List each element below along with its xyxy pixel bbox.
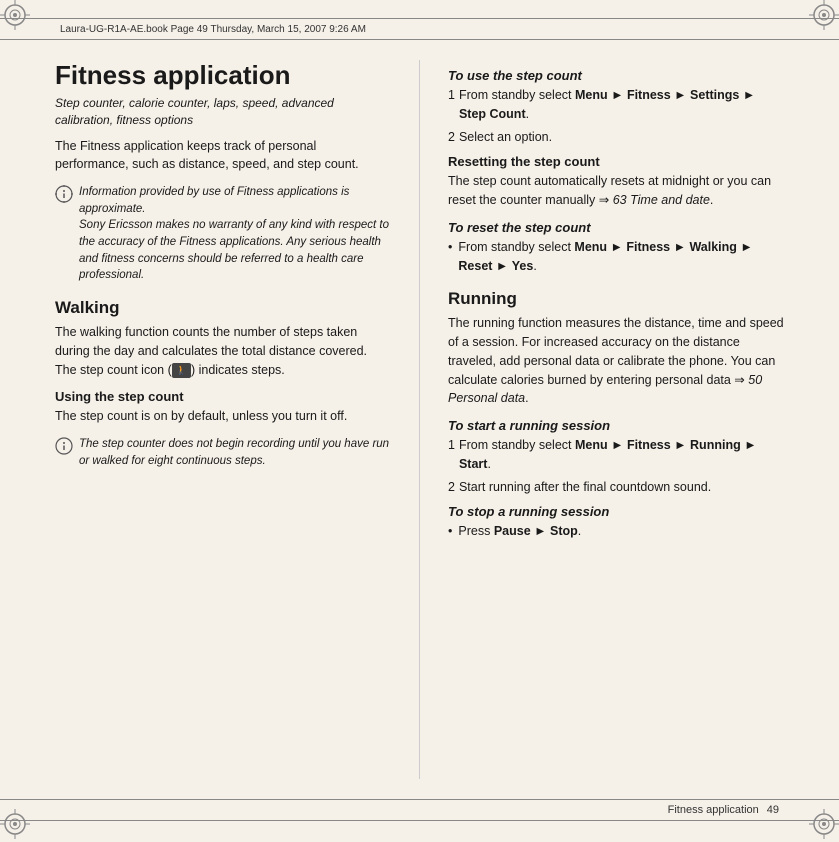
footer-bar: Fitness application 49 <box>0 799 839 821</box>
start-step1-num: 1 <box>448 436 455 474</box>
left-column: Fitness application Step counter, calori… <box>55 50 391 789</box>
column-divider <box>419 60 420 779</box>
walking-body-text: The walking function counts the number o… <box>55 325 367 377</box>
running-body: The running function measures the distan… <box>448 314 784 408</box>
start-step2-text: Start running after the final countdown … <box>459 478 784 497</box>
walking-body: The walking function counts the number o… <box>55 323 391 379</box>
start-step-1: 1 From standby select Menu ► Fitness ► R… <box>448 436 784 474</box>
info-text-1: Information provided by use of Fitness a… <box>79 184 391 284</box>
step-icon: 🚶 <box>172 363 191 379</box>
reset-bullet: • From standby select Menu ► Fitness ► W… <box>448 238 784 276</box>
footer-page: 49 <box>767 804 779 816</box>
walking-title: Walking <box>55 298 391 318</box>
step-2-use: 2 Select an option. <box>448 128 784 147</box>
info-text-2: The step counter does not begin recordin… <box>79 436 391 469</box>
start-step1-text: From standby select Menu ► Fitness ► Run… <box>459 436 784 474</box>
info-icon-1 <box>55 185 73 203</box>
to-stop-title: To stop a running session <box>448 504 784 519</box>
header-bar: Laura-UG-R1A-AE.book Page 49 Thursday, M… <box>0 18 839 40</box>
to-use-step-count-title: To use the step count <box>448 68 784 83</box>
to-reset-title: To reset the step count <box>448 220 784 235</box>
intro-text: The Fitness application keeps track of p… <box>55 137 391 175</box>
stop-bullet-sym: • <box>448 522 452 541</box>
stop-bullet: • Press Pause ► Stop. <box>448 522 784 541</box>
stop-text: Press Pause ► Stop. <box>458 522 581 541</box>
info-icon-2 <box>55 437 73 455</box>
resetting-title: Resetting the step count <box>448 154 784 169</box>
footer-section: Fitness application <box>668 804 759 816</box>
bullet-sym: • <box>448 238 452 276</box>
running-title: Running <box>448 289 784 309</box>
header-text: Laura-UG-R1A-AE.book Page 49 Thursday, M… <box>60 24 779 35</box>
subtitle: Step counter, calorie counter, laps, spe… <box>55 95 391 129</box>
step-1-use: 1 From standby select Menu ► Fitness ► S… <box>448 86 784 124</box>
step2-num: 2 <box>448 128 455 147</box>
page-title: Fitness application <box>55 60 391 91</box>
info-box-2: The step counter does not begin recordin… <box>55 436 391 469</box>
start-step-2: 2 Start running after the final countdow… <box>448 478 784 497</box>
reset-text: From standby select Menu ► Fitness ► Wal… <box>458 238 784 276</box>
using-step-count-title: Using the step count <box>55 389 391 404</box>
to-start-title: To start a running session <box>448 418 784 433</box>
resetting-body: The step count automatically resets at m… <box>448 172 784 210</box>
step1-text: From standby select Menu ► Fitness ► Set… <box>459 86 784 124</box>
using-step-count-body: The step count is on by default, unless … <box>55 407 391 426</box>
main-content: Fitness application Step counter, calori… <box>55 50 784 789</box>
start-step2-num: 2 <box>448 478 455 497</box>
step1-num: 1 <box>448 86 455 124</box>
step2-text: Select an option. <box>459 128 784 147</box>
right-column: To use the step count 1 From standby sel… <box>448 50 784 789</box>
info-box-1: Information provided by use of Fitness a… <box>55 184 391 284</box>
